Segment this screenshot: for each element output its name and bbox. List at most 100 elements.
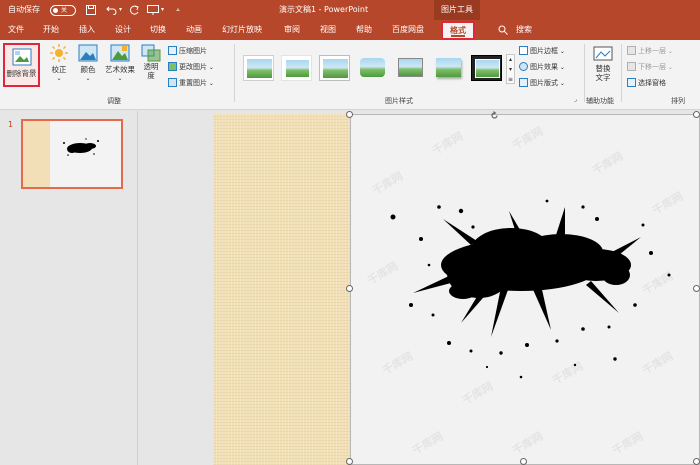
resize-handle-bottom-right[interactable]	[693, 458, 700, 465]
resize-handle-bottom-left[interactable]	[346, 458, 353, 465]
style-preview	[360, 58, 385, 77]
bring-forward-icon	[627, 46, 636, 55]
alt-text-label-line2: 文字	[595, 73, 611, 82]
search-label[interactable]: 搜索	[516, 20, 532, 40]
save-icon[interactable]	[86, 0, 96, 20]
gallery-up-icon[interactable]: ▴	[507, 55, 514, 65]
style-preview	[398, 58, 423, 77]
picture-style-7[interactable]	[471, 55, 502, 81]
compress-pictures-button[interactable]: 压缩图片	[168, 45, 207, 57]
change-picture-label: 更改图片	[179, 63, 207, 71]
resize-handle-right[interactable]	[693, 285, 700, 292]
title-bar: 自动保存 关 ▾ ▾ ⩡ 演示文稿1 - PowerPoint 图片工具	[0, 0, 700, 20]
selection-pane-label: 选择窗格	[638, 79, 666, 87]
group-label-arrange: 排列	[671, 97, 685, 105]
picture-effects-dropdown-icon: ⌄	[558, 64, 565, 71]
undo-dropdown-icon[interactable]: ▾	[119, 0, 122, 20]
change-picture-button[interactable]: 更改图片 ⌄	[168, 61, 214, 73]
picture-styles-launcher-icon[interactable]: ⌟	[574, 96, 577, 103]
picture-effects-icon	[519, 62, 528, 71]
tab-format[interactable]: 格式	[441, 21, 475, 40]
picture-border-label: 图片边框	[530, 47, 558, 55]
color-label: 颜色	[80, 65, 96, 74]
group-separator	[584, 44, 585, 102]
gallery-down-icon[interactable]: ▾	[507, 65, 514, 75]
remove-background-button[interactable]: 删除背景	[3, 43, 40, 87]
color-button[interactable]: 颜色 ⌄	[76, 44, 100, 82]
resize-handle-top-left[interactable]	[346, 111, 353, 118]
ribbon: 删除背景 校正 ⌄ 颜色 ⌄ 艺术效果 ⌄ 透明 度 压缩图片 更改图片 ⌄ 重…	[0, 40, 700, 110]
ribbon-tabs: 文件 开始 插入 设计 切换 动画 幻灯片放映 审阅 视图 帮助 百度网盘 搜索	[0, 20, 700, 40]
transparency-button[interactable]: 透明 度	[140, 44, 162, 80]
picture-style-5[interactable]	[395, 55, 426, 81]
resize-handle-top-right[interactable]	[693, 111, 700, 118]
tab-baidu-netdisk[interactable]: 百度网盘	[392, 20, 424, 40]
selection-pane-button[interactable]: 选择窗格	[627, 77, 666, 89]
send-backward-button[interactable]: 下移一层 ⌄	[627, 61, 673, 73]
resize-handle-left[interactable]	[346, 285, 353, 292]
change-picture-dropdown-icon: ⌄	[207, 64, 214, 71]
picture-border-button[interactable]: 图片边框 ⌄	[519, 45, 565, 57]
gallery-scroll[interactable]: ▴ ▾ ≡	[506, 54, 515, 84]
corrections-dropdown-icon: ⌄	[56, 75, 62, 82]
group-separator	[621, 44, 622, 102]
slide[interactable]: 千库网 千库网 千库网 千库网 千库网 千库网 千库网 千库网 千库网 千库网 …	[213, 114, 700, 465]
bring-forward-button[interactable]: 上移一层 ⌄	[627, 45, 673, 57]
rotate-handle-icon[interactable]	[490, 111, 499, 120]
tab-format-label: 格式	[450, 26, 466, 35]
tab-transitions[interactable]: 切换	[150, 20, 166, 40]
remove-background-label: 删除背景	[6, 69, 37, 78]
tab-insert[interactable]: 插入	[79, 20, 95, 40]
picture-style-6[interactable]	[433, 55, 464, 81]
ink-splash-thumbnail-icon	[63, 138, 99, 156]
picture-style-2[interactable]	[281, 55, 312, 81]
style-preview	[436, 58, 461, 77]
tab-file[interactable]: 文件	[8, 20, 24, 40]
style-preview	[247, 59, 272, 78]
tab-help[interactable]: 帮助	[356, 20, 372, 40]
picture-layout-label: 图片版式	[530, 79, 558, 87]
remove-background-icon	[12, 48, 31, 66]
artistic-effects-icon	[110, 44, 130, 62]
artistic-effects-button[interactable]: 艺术效果 ⌄	[102, 44, 138, 82]
redo-icon[interactable]	[129, 0, 140, 20]
send-backward-dropdown-icon: ⌄	[666, 64, 673, 71]
tab-review[interactable]: 审阅	[284, 20, 300, 40]
customize-toolbar-icon[interactable]: ⩡	[176, 0, 180, 20]
reset-picture-button[interactable]: 重置图片 ⌄	[168, 77, 214, 89]
picture-effects-label: 图片效果	[530, 63, 558, 71]
picture-effects-button[interactable]: 图片效果 ⌄	[519, 61, 565, 73]
style-preview	[323, 59, 348, 78]
resize-handle-bottom[interactable]	[520, 458, 527, 465]
picture-layout-dropdown-icon: ⌄	[558, 80, 565, 87]
powerpoint-window: 自动保存 关 ▾ ▾ ⩡ 演示文稿1 - PowerPoint 图片工具 文件 …	[0, 0, 700, 465]
transparency-label-line2: 度	[147, 71, 155, 80]
selected-picture[interactable]: 千库网 千库网 千库网 千库网 千库网 千库网 千库网 千库网 千库网 千库网 …	[350, 114, 700, 465]
change-picture-icon	[168, 62, 177, 71]
picture-style-4[interactable]	[357, 55, 388, 81]
autosave-toggle[interactable]: 关	[50, 5, 76, 16]
alt-text-icon	[593, 46, 613, 61]
reset-picture-icon	[168, 78, 177, 87]
picture-style-3[interactable]	[319, 55, 350, 81]
autosave-state: 关	[61, 7, 68, 14]
slide-thumbnail[interactable]	[21, 119, 123, 189]
active-tab-indicator	[451, 35, 465, 37]
present-dropdown-icon[interactable]: ▾	[161, 0, 164, 20]
selection-pane-icon	[627, 78, 636, 87]
picture-style-1[interactable]	[243, 55, 274, 81]
tab-design[interactable]: 设计	[115, 20, 131, 40]
tab-animations[interactable]: 动画	[186, 20, 202, 40]
tab-slideshow[interactable]: 幻灯片放映	[222, 20, 262, 40]
picture-layout-button[interactable]: 图片版式 ⌄	[519, 77, 565, 89]
tab-home[interactable]: 开始	[43, 20, 59, 40]
gallery-more-icon[interactable]: ≡	[507, 75, 514, 85]
search-icon[interactable]	[498, 20, 508, 40]
tab-view[interactable]: 视图	[320, 20, 336, 40]
alt-text-button[interactable]: 替换 文字	[589, 44, 617, 82]
picture-tools-context-label: 图片工具	[434, 0, 480, 20]
undo-icon[interactable]	[106, 0, 118, 20]
corrections-button[interactable]: 校正 ⌄	[47, 44, 71, 82]
compress-icon	[168, 46, 177, 55]
present-from-start-icon[interactable]	[147, 0, 159, 20]
